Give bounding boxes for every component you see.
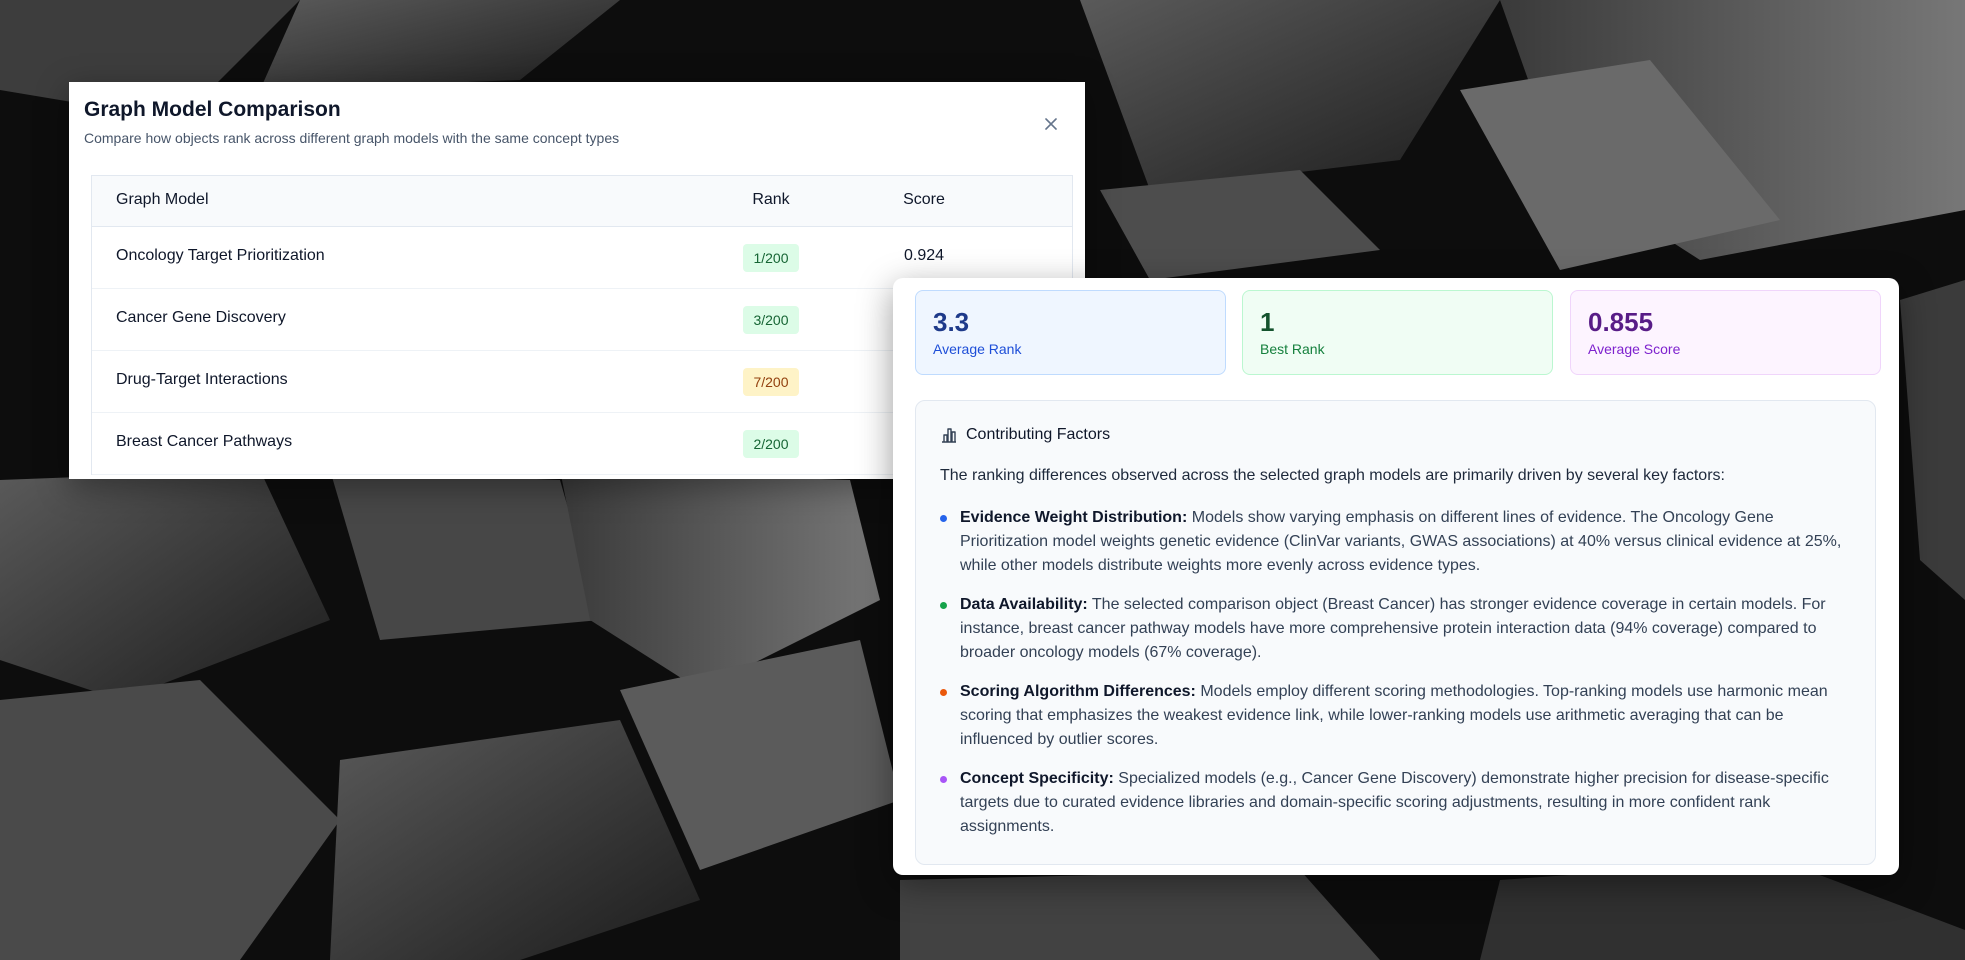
table-header: Graph Model Rank Score (92, 176, 1072, 227)
column-header-score: Score (903, 191, 945, 208)
graph-model-name: Breast Cancer Pathways (116, 433, 293, 450)
stat-value: 3.3 (933, 307, 970, 337)
factor-heading: Evidence Weight Distribution: (960, 509, 1188, 526)
bar-chart-icon (942, 428, 956, 443)
factor-list: Evidence Weight Distribution: Models sho… (940, 506, 1860, 854)
dialog-subtitle: Compare how objects rank across differen… (84, 130, 620, 146)
close-button[interactable] (1038, 111, 1064, 137)
bullet-dot (940, 602, 947, 609)
stat-card-average-rank: 3.3 Average Rank (915, 290, 1226, 375)
column-header-rank: Rank (752, 191, 790, 208)
contributing-factors-section: Contributing Factors The ranking differe… (915, 400, 1876, 865)
close-icon (1045, 118, 1057, 130)
contributing-factors-intro: The ranking differences observed across … (940, 467, 1725, 484)
stat-label: Average Score (1588, 341, 1681, 357)
rank-badge: 1/200 (743, 244, 799, 272)
ranking-summary-panel: 3.3 Average Rank 1 Best Rank 0.855 Avera… (893, 278, 1899, 875)
factor-text: The selected comparison object (Breast C… (960, 596, 1826, 661)
stat-card-average-score: 0.855 Average Score (1570, 290, 1881, 375)
list-item: Scoring Algorithm Differences: Models em… (940, 680, 1860, 752)
rank-badge: 2/200 (743, 430, 799, 458)
list-item: Data Availability: The selected comparis… (940, 593, 1860, 665)
graph-model-name: Drug-Target Interactions (116, 371, 288, 388)
stat-value: 0.855 (1588, 307, 1654, 337)
list-item: Concept Specificity: Specialized models … (940, 767, 1860, 839)
stat-label: Best Rank (1260, 341, 1325, 357)
score-value: 0.924 (903, 247, 945, 264)
contributing-factors-header: Contributing Factors (940, 426, 1110, 444)
graph-model-name: Cancer Gene Discovery (116, 309, 286, 326)
dialog-title: Graph Model Comparison (84, 98, 341, 121)
factor-heading: Scoring Algorithm Differences: (960, 683, 1196, 700)
stat-value: 1 (1260, 307, 1275, 337)
stat-card-best-rank: 1 Best Rank (1242, 290, 1553, 375)
stat-label: Average Rank (933, 341, 1022, 357)
bullet-dot (940, 776, 947, 783)
factor-heading: Concept Specificity: (960, 770, 1114, 787)
bullet-dot (940, 689, 947, 696)
rank-badge: 3/200 (743, 306, 799, 334)
contributing-factors-title: Contributing Factors (966, 426, 1111, 443)
bullet-dot (940, 515, 947, 522)
rank-badge: 7/200 (743, 368, 799, 396)
factor-heading: Data Availability: (960, 596, 1088, 613)
column-header-graph-model: Graph Model (116, 191, 209, 208)
list-item: Evidence Weight Distribution: Models sho… (940, 506, 1860, 578)
graph-model-name: Oncology Target Prioritization (116, 247, 325, 264)
